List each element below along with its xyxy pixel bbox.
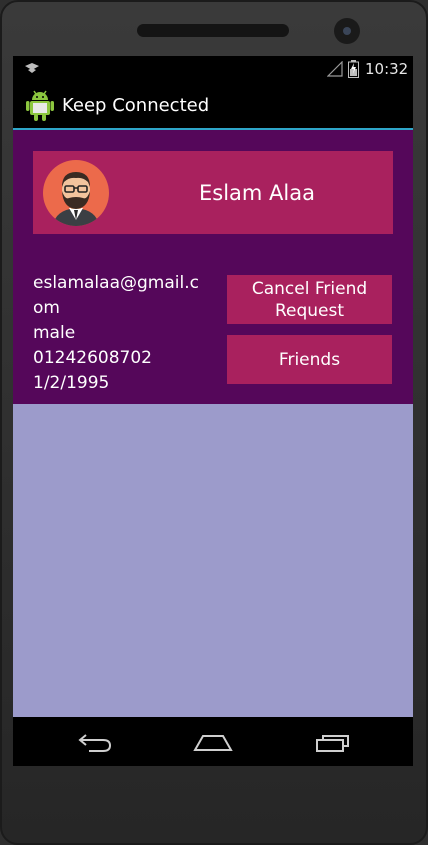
profile-birthdate: 1/2/1995 — [33, 373, 110, 393]
profile-panel: Eslam Alaa eslamalaa@gmail.com male 0124… — [13, 130, 413, 404]
profile-gender: male — [33, 323, 76, 343]
profile-name: Eslam Alaa — [199, 181, 315, 205]
friends-button[interactable]: Friends — [227, 335, 392, 384]
screen: 10:32 Keep Connected Eslam Alaa eslamala… — [13, 56, 413, 766]
profile-email: eslamalaa@gmail.com — [33, 273, 199, 318]
front-camera — [334, 18, 360, 44]
cancel-friend-request-label: Cancel Friend Request — [251, 278, 368, 321]
profile-screen: Eslam Alaa eslamalaa@gmail.com male 0124… — [13, 130, 413, 717]
home-icon[interactable] — [193, 732, 233, 756]
status-clock: 10:32 — [365, 60, 409, 78]
device-frame: 10:32 Keep Connected Eslam Alaa eslamala… — [0, 0, 428, 845]
recents-icon[interactable] — [315, 731, 353, 757]
battery-icon — [348, 60, 359, 82]
friends-label: Friends — [278, 349, 341, 370]
earpiece-speaker — [137, 24, 289, 37]
profile-header-card: Eslam Alaa — [33, 151, 393, 234]
status-bar: 10:32 — [13, 56, 413, 82]
app-title: Keep Connected — [62, 95, 210, 116]
avatar — [43, 160, 109, 226]
app-bar: Keep Connected — [13, 82, 413, 130]
cancel-friend-request-button[interactable]: Cancel Friend Request — [227, 275, 392, 324]
profile-details: eslamalaa@gmail.com male 01242608702 1/2… — [33, 271, 203, 396]
signal-icon — [326, 60, 343, 81]
back-icon[interactable] — [77, 731, 113, 757]
android-icon — [26, 89, 54, 125]
profile-phone: 01242608702 — [33, 348, 152, 368]
notification-icon — [23, 62, 41, 80]
navigation-bar — [13, 717, 413, 766]
